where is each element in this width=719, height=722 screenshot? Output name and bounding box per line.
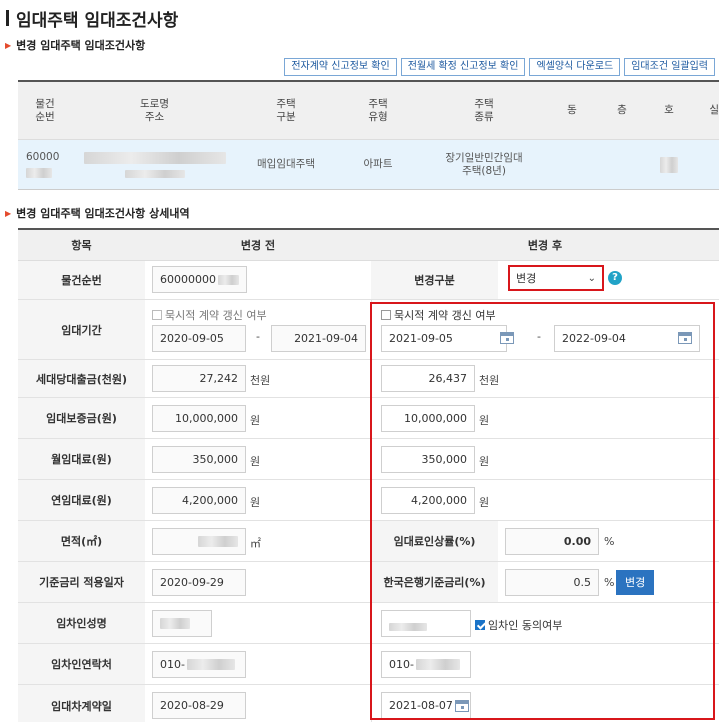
row-address-cell <box>72 140 237 189</box>
bulk-input-button[interactable]: 임대조건 일괄입력 <box>624 58 715 76</box>
section-title-text: 변경 임대주택 임대조건사항 <box>16 39 146 52</box>
col-dong: 동 <box>567 104 577 116</box>
section-title-changes: ▶ 변경 임대주택 임대조건사항 <box>5 37 145 53</box>
contract-date-label: 임대차계약일 <box>18 685 145 722</box>
loan-before-input: 27,242 <box>152 365 246 392</box>
col-house-kind: 주택 종류 <box>474 97 494 123</box>
yearly-before-input: 4,200,000 <box>152 487 246 514</box>
page-title-text: 임대주택 임대조건사항 <box>16 10 179 31</box>
section-title-detail: ▶ 변경 임대주택 임대조건사항 상세내역 <box>5 205 190 221</box>
monthly-label: 월임대료(원) <box>18 439 145 479</box>
chevron-down-icon: ⌄ <box>587 272 596 284</box>
help-icon[interactable]: ? <box>608 271 622 285</box>
title-bar-marker <box>6 10 9 26</box>
redacted-address-2 <box>124 169 185 178</box>
yearly-before-unit: 원 <box>250 496 261 509</box>
house-list-table: 물건 순번 도로명 주소 주택 구분 주택 유형 주택 종류 동 층 호 실 6… <box>18 80 719 190</box>
period-before-end-input: 2021-09-04 <box>271 325 366 352</box>
redacted-area <box>198 536 238 547</box>
col-ho: 호 <box>664 104 674 116</box>
period-before-dash: - <box>256 330 260 343</box>
detail-col-after: 변경 후 <box>527 239 563 252</box>
excel-download-button[interactable]: 엑셀양식 다운로드 <box>529 58 621 76</box>
deposit-before-unit: 원 <box>250 414 261 427</box>
page-title: 임대주택 임대조건사항 <box>6 6 179 31</box>
yearly-label: 연임대료(원) <box>18 480 145 520</box>
col-house-class: 주택 구분 <box>276 97 296 123</box>
redacted-address <box>83 151 226 164</box>
row-house-kind: 장기일반민간임대 주택(8년) <box>445 151 523 177</box>
row-floor <box>597 140 647 189</box>
area-label: 면적(㎡) <box>18 521 145 561</box>
detail-col-before: 변경 전 <box>240 239 276 252</box>
period-label: 임대기간 <box>18 300 145 359</box>
triangle-bullet-icon: ▶ <box>5 208 12 218</box>
deposit-label: 임대보증금(원) <box>18 398 145 438</box>
col-seq: 물건 순번 <box>35 97 55 123</box>
base-date-input: 2020-09-29 <box>152 569 246 596</box>
period-before-start-input: 2020-09-05 <box>152 325 246 352</box>
base-date-label: 기준금리 적용일자 <box>18 562 145 602</box>
table-row[interactable]: 60000 매입임대주택 아파트 장기일반민간임대 주택(8년) <box>18 140 719 190</box>
row-house-class: 매입임대주택 <box>257 158 315 170</box>
seq-before-value: 60000000 <box>160 273 216 286</box>
implicit-renewal-before-label: 묵시적 계약 갱신 여부 <box>165 309 267 322</box>
deposit-before-input: 10,000,000 <box>152 405 246 432</box>
section-title-text: 변경 임대주택 임대조건사항 상세내역 <box>16 207 190 220</box>
tenant-contact-before-input: 010- <box>152 651 246 678</box>
redacted-seq <box>26 168 52 178</box>
area-before-input <box>152 528 246 555</box>
seq-label: 물건순번 <box>18 261 145 299</box>
row-seq-cell: 60000 <box>18 140 72 189</box>
area-before-unit: ㎡ <box>250 537 261 550</box>
triangle-bullet-icon: ▶ <box>5 40 12 50</box>
checkbox-icon <box>152 310 162 320</box>
loan-before-unit: 천원 <box>250 374 271 387</box>
detail-header-row: 항목 변경 전 변경 후 <box>18 230 719 261</box>
row-house-type: 아파트 <box>363 158 393 170</box>
contract-date-before-input: 2020-08-29 <box>152 692 246 719</box>
col-house-type: 주택 유형 <box>368 97 388 123</box>
change-type-value: 변경 <box>516 272 537 285</box>
row-dong <box>547 140 597 189</box>
redacted-ho <box>660 156 678 173</box>
implicit-renewal-before-checkbox: 묵시적 계약 갱신 여부 <box>152 307 267 323</box>
change-type-label: 변경구분 <box>371 261 498 299</box>
redacted-seq-suffix <box>218 274 239 285</box>
col-room: 실 <box>709 104 719 116</box>
detail-col-item: 항목 <box>71 239 92 252</box>
e-contract-check-button[interactable]: 전자계약 신고정보 확인 <box>284 58 397 76</box>
tenant-contact-label: 임차인연락처 <box>18 644 145 684</box>
tenant-name-label: 임차인성명 <box>18 603 145 643</box>
table-header-row: 물건 순번 도로명 주소 주택 구분 주택 유형 주택 종류 동 층 호 실 <box>18 82 719 140</box>
redacted-phone <box>186 659 235 670</box>
seq-before-input: 60000000 <box>152 266 247 293</box>
col-address: 도로명 주소 <box>140 97 169 123</box>
change-type-select[interactable]: 변경 ⌄ <box>508 265 604 291</box>
row-seq: 60000 <box>26 151 60 163</box>
row-seq: 물건순번 60000000 변경구분 변경 ⌄ ? <box>18 261 719 300</box>
highlight-box <box>370 302 715 720</box>
loan-label: 세대당대출금(천원) <box>18 360 145 397</box>
action-button-row: 전자계약 신고정보 확인 전월세 확정 신고정보 확인 엑셀양식 다운로드 임대… <box>284 58 715 76</box>
monthly-before-input: 350,000 <box>152 446 246 473</box>
redacted-name <box>160 618 190 629</box>
monthly-before-unit: 원 <box>250 455 261 468</box>
contact-before-prefix: 010- <box>160 658 185 671</box>
tenant-name-before-input <box>152 610 212 637</box>
lease-report-check-button[interactable]: 전월세 확정 신고정보 확인 <box>400 58 526 76</box>
row-ho-cell <box>647 140 691 189</box>
row-room <box>691 140 719 189</box>
col-floor: 층 <box>617 104 627 116</box>
